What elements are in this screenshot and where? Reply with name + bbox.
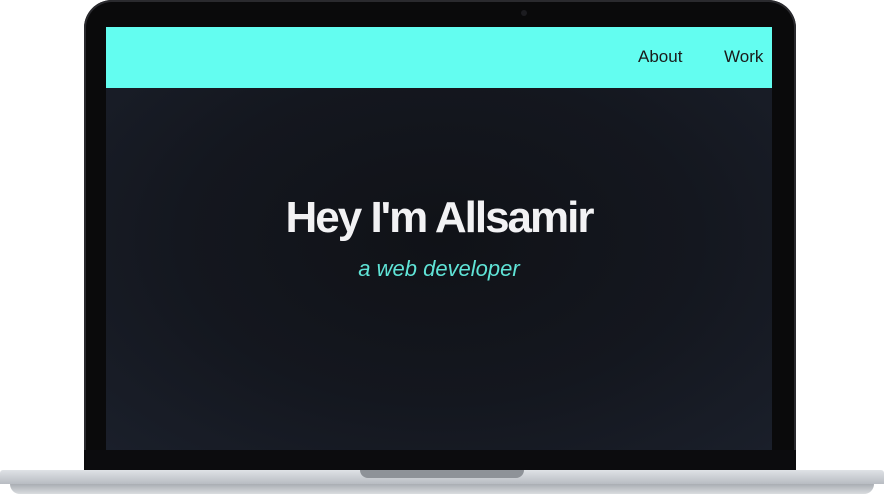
laptop-base-underside	[10, 484, 874, 494]
laptop-screen: About Work Hey I'm Allsamir a web develo…	[106, 27, 772, 450]
top-nav-bar: About Work	[106, 27, 772, 88]
laptop-bottom-bezel	[84, 450, 796, 470]
laptop-base-notch	[360, 470, 524, 478]
hero-subtitle: a web developer	[358, 256, 520, 281]
hero-title: Hey I'm Allsamir	[285, 193, 595, 242]
device-mockup: About Work Hey I'm Allsamir a web develo…	[0, 0, 884, 500]
camera-dot	[521, 10, 527, 16]
nav-link-about[interactable]: About	[638, 47, 682, 67]
nav-link-work[interactable]: Work	[724, 47, 763, 67]
